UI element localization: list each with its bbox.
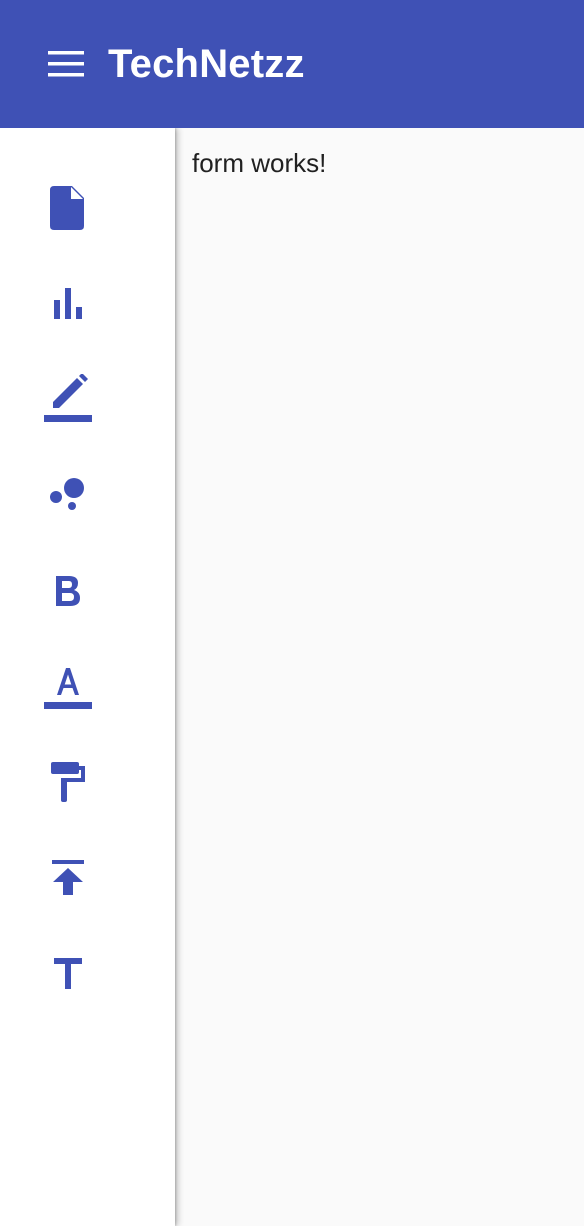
bubble-chart-icon <box>50 478 84 510</box>
title-icon <box>54 958 82 989</box>
app-title: TechNetzz <box>108 41 305 86</box>
main-content: form works! <box>175 128 584 1226</box>
bar-chart-icon <box>54 288 82 319</box>
insert-drive-file-icon <box>50 186 84 230</box>
border-color-icon <box>44 374 92 422</box>
menu-button[interactable] <box>48 44 88 84</box>
sidenav-item-bar-chart[interactable] <box>28 272 108 336</box>
sidenav-item-file[interactable] <box>28 176 108 240</box>
sidenav-item-format-color-text[interactable] <box>28 654 108 718</box>
sidenav-item-bubble-chart[interactable] <box>28 463 108 527</box>
side-nav <box>0 128 175 1226</box>
sidenav-item-format-bold[interactable] <box>28 559 108 623</box>
sidenav-item-format-paint[interactable] <box>28 750 108 814</box>
format-color-text-icon <box>44 668 92 709</box>
menu-icon <box>48 51 84 77</box>
content-text: form works! <box>192 148 327 178</box>
top-toolbar: TechNetzz <box>0 0 584 128</box>
sidenav-item-vertical-align-top[interactable] <box>28 846 108 910</box>
vertical-align-top-icon <box>52 860 84 895</box>
format-bold-icon <box>56 576 80 606</box>
sidenav-item-title[interactable] <box>28 942 108 1006</box>
format-paint-icon <box>51 762 85 802</box>
sidenav-item-border-color[interactable] <box>28 367 108 431</box>
